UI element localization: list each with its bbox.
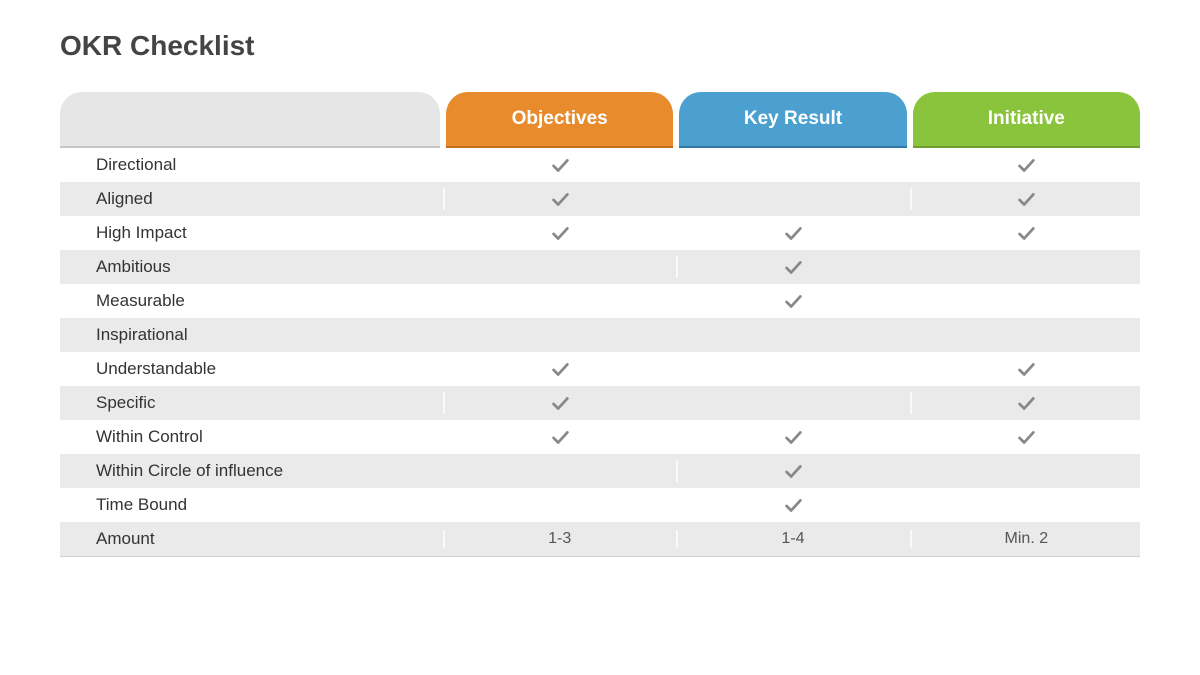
cell-initiative: Min. 2 bbox=[913, 530, 1140, 548]
table-row: Aligned bbox=[60, 182, 1140, 216]
cell-initiative bbox=[913, 222, 1140, 244]
row-label: Directional bbox=[60, 155, 440, 175]
table-row: Time Bound bbox=[60, 488, 1140, 522]
table-row: Understandable bbox=[60, 352, 1140, 386]
row-label: Within Control bbox=[60, 427, 440, 447]
cell-keyresult bbox=[679, 426, 906, 448]
header-objectives: Objectives bbox=[446, 92, 673, 148]
cell-objectives bbox=[446, 392, 673, 414]
cell-objectives: 1-3 bbox=[446, 530, 673, 548]
table-row: Within Control bbox=[60, 420, 1140, 454]
cell-objectives bbox=[446, 426, 673, 448]
table-row: Ambitious bbox=[60, 250, 1140, 284]
cell-objectives bbox=[446, 188, 673, 210]
cell-objectives bbox=[446, 222, 673, 244]
cell-initiative bbox=[913, 358, 1140, 380]
table-row: High Impact bbox=[60, 216, 1140, 250]
cell-keyresult bbox=[679, 460, 906, 482]
table-row: Inspirational bbox=[60, 318, 1140, 352]
table-row: Directional bbox=[60, 148, 1140, 182]
table-row: Measurable bbox=[60, 284, 1140, 318]
header-keyresult: Key Result bbox=[679, 92, 906, 148]
cell-initiative bbox=[913, 392, 1140, 414]
okr-table: Objectives Key Result Initiative Directi… bbox=[60, 92, 1140, 557]
row-label: Amount bbox=[60, 529, 440, 549]
page-title: OKR Checklist bbox=[60, 30, 1140, 62]
cell-initiative bbox=[913, 154, 1140, 176]
row-label: Time Bound bbox=[60, 495, 440, 515]
cell-keyresult bbox=[679, 494, 906, 516]
header-initiative: Initiative bbox=[913, 92, 1140, 148]
cell-initiative bbox=[913, 188, 1140, 210]
cell-keyresult: 1-4 bbox=[679, 530, 906, 548]
row-label: Ambitious bbox=[60, 257, 440, 277]
cell-keyresult bbox=[679, 290, 906, 312]
header-blank bbox=[60, 92, 440, 148]
cell-objectives bbox=[446, 358, 673, 380]
cell-keyresult bbox=[679, 222, 906, 244]
cell-objectives bbox=[446, 154, 673, 176]
row-label: Within Circle of influence bbox=[60, 461, 440, 481]
cell-initiative bbox=[913, 426, 1140, 448]
table-header: Objectives Key Result Initiative bbox=[60, 92, 1140, 148]
row-label: Understandable bbox=[60, 359, 440, 379]
row-label: Measurable bbox=[60, 291, 440, 311]
row-label: Specific bbox=[60, 393, 440, 413]
row-label: Inspirational bbox=[60, 325, 440, 345]
row-label: Aligned bbox=[60, 189, 440, 209]
cell-keyresult bbox=[679, 256, 906, 278]
table-row: Within Circle of influence bbox=[60, 454, 1140, 488]
table-row: Amount 1-3 1-4 Min. 2 bbox=[60, 522, 1140, 556]
row-label: High Impact bbox=[60, 223, 440, 243]
table-row: Specific bbox=[60, 386, 1140, 420]
